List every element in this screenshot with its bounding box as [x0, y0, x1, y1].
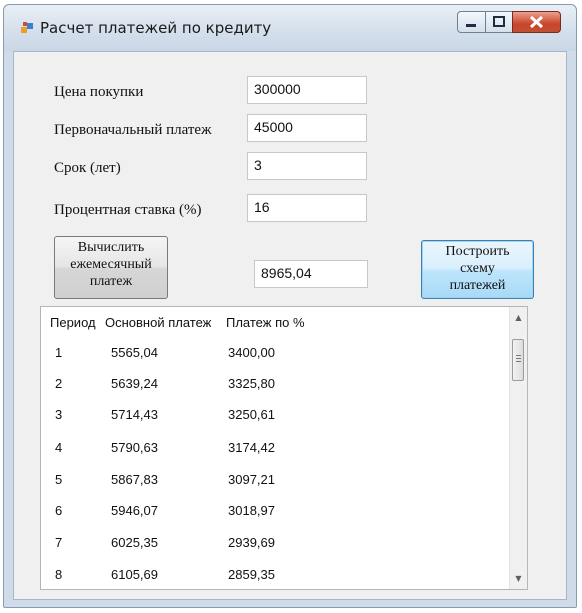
interest-cell: 3097,21 — [228, 472, 275, 487]
calc-button-line3: платеж — [89, 274, 133, 289]
build-schedule-button[interactable]: Построить схему платежей — [421, 240, 534, 299]
interest-cell: 3174,42 — [228, 440, 275, 455]
column-header-principal[interactable]: Основной платеж — [105, 315, 211, 330]
term-input[interactable]: 3 — [247, 152, 367, 180]
grip-line — [516, 358, 521, 359]
principal-cell: 5867,83 — [111, 472, 158, 487]
interest-cell: 2939,69 — [228, 535, 275, 550]
principal-cell: 5639,24 — [111, 376, 158, 391]
title-bar[interactable]: Расчет платежей по кредиту — [4, 5, 576, 51]
grip-line — [516, 361, 521, 362]
schedule-button-line2: схему — [460, 261, 495, 276]
principal-cell: 5946,07 — [111, 503, 158, 518]
period-cell: 5 — [55, 472, 63, 487]
calculate-monthly-payment-button[interactable]: Вычислить ежемесячный платеж — [54, 236, 168, 299]
period-cell: 7 — [55, 535, 63, 550]
calc-button-line2: ежемесячный — [70, 257, 152, 272]
close-icon — [529, 15, 544, 29]
period-cell: 6 — [55, 503, 63, 518]
period-cell: 8 — [55, 567, 63, 582]
period-cell: 1 — [55, 345, 63, 360]
scroll-up-icon[interactable]: ▲ — [510, 309, 527, 326]
window-title: Расчет платежей по кредиту — [40, 19, 272, 37]
app-icon — [21, 22, 33, 33]
price-label: Цена покупки — [54, 84, 144, 100]
principal-cell: 6105,69 — [111, 567, 158, 582]
period-cell: 4 — [55, 440, 63, 455]
minimize-icon — [466, 24, 476, 27]
period-cell: 2 — [55, 376, 63, 391]
principal-cell: 5714,43 — [111, 407, 158, 422]
vertical-scrollbar[interactable]: ▲ ▼ — [509, 307, 527, 589]
calc-button-line1: Вычислить — [77, 240, 145, 255]
column-header-period[interactable]: Период — [50, 315, 96, 330]
column-header-interest[interactable]: Платеж по % — [226, 315, 305, 330]
minimize-button[interactable] — [457, 11, 486, 33]
monthly-payment-output[interactable]: 8965,04 — [254, 260, 368, 288]
maximize-icon — [493, 16, 505, 27]
price-input[interactable]: 300000 — [247, 76, 367, 104]
principal-cell: 5790,63 — [111, 440, 158, 455]
payment-schedule-list[interactable]: Период Основной платеж Платеж по % 1 556… — [40, 306, 528, 590]
maximize-button[interactable] — [485, 11, 513, 33]
interest-cell: 2859,35 — [228, 567, 275, 582]
interest-cell: 3325,80 — [228, 376, 275, 391]
interest-cell: 3250,61 — [228, 407, 275, 422]
scroll-down-icon[interactable]: ▼ — [510, 570, 527, 587]
schedule-button-line1: Построить — [445, 244, 510, 259]
down-payment-input[interactable]: 45000 — [247, 114, 367, 142]
principal-cell: 5565,04 — [111, 345, 158, 360]
principal-cell: 6025,35 — [111, 535, 158, 550]
scroll-thumb[interactable] — [512, 339, 524, 381]
grip-line — [516, 355, 521, 356]
period-cell: 3 — [55, 407, 63, 422]
interest-cell: 3400,00 — [228, 345, 275, 360]
term-label: Срок (лет) — [54, 160, 121, 176]
rate-input[interactable]: 16 — [247, 194, 367, 222]
down-payment-label: Первоначальный платеж — [54, 122, 212, 138]
schedule-button-line3: платежей — [449, 278, 506, 293]
rate-label: Процентная ставка (%) — [54, 202, 202, 218]
close-button[interactable] — [512, 11, 561, 33]
interest-cell: 3018,97 — [228, 503, 275, 518]
